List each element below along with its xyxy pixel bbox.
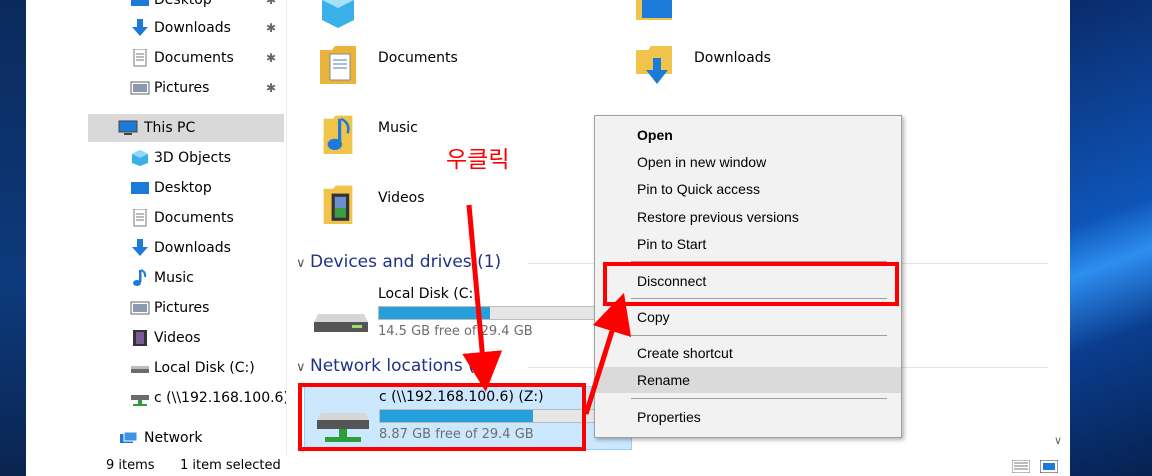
menu-item-properties[interactable]: Properties [595, 404, 901, 430]
pin-icon: ✱ [266, 81, 277, 95]
pin-icon: ✱ [266, 51, 277, 65]
documents-folder[interactable]: Documents [320, 40, 600, 96]
nav-downloads[interactable]: Downloads [26, 234, 286, 262]
nav-documents[interactable]: Documents [26, 204, 286, 232]
menu-separator [631, 398, 887, 399]
disconnect-highlight-box [603, 262, 899, 306]
nav-network-drive[interactable]: c (\\192.168.100.6) ( [26, 384, 286, 412]
nav-this-pc[interactable]: This PC [88, 114, 284, 142]
menu-item-restore-versions[interactable]: Restore previous versions [595, 204, 901, 230]
film-icon [133, 330, 147, 346]
chevron-down-icon: ∨ [296, 360, 306, 375]
music-folder[interactable]: Music [320, 112, 570, 168]
large-icons-view-icon[interactable] [1040, 460, 1058, 473]
cube-icon [132, 150, 148, 166]
pictures-icon [130, 301, 150, 315]
menu-item-pin-start[interactable]: Pin to Start [595, 231, 901, 257]
drive-icon [131, 366, 149, 373]
nav-quick-desktop[interactable]: Desktop ✱ [26, 0, 286, 14]
local-disk-usage-fill [379, 307, 491, 319]
nav-network[interactable]: Network [26, 424, 286, 452]
pictures-icon [130, 81, 150, 95]
document-icon [133, 49, 147, 67]
nav-quick-downloads[interactable]: Downloads ✱ [26, 14, 286, 42]
document-icon [133, 209, 147, 227]
menu-item-create-shortcut[interactable]: Create shortcut [595, 340, 901, 366]
section-network-locations[interactable]: ∨ Network locations (1) [296, 356, 492, 378]
menu-item-open[interactable]: Open [595, 122, 901, 148]
downloads-folder-icon [636, 46, 672, 84]
menu-item-open-new-window[interactable]: Open in new window [595, 149, 901, 175]
chevron-down-icon: ∨ [296, 256, 306, 271]
annotation-text: 우클릭 [446, 147, 510, 173]
music-note-icon [133, 269, 147, 286]
nav-quick-documents[interactable]: Documents ✱ [26, 44, 286, 72]
download-arrow-icon [132, 19, 148, 36]
menu-separator [631, 335, 887, 336]
downloads-folder[interactable]: Downloads [636, 40, 916, 96]
menu-item-pin-quick-access[interactable]: Pin to Quick access [595, 176, 901, 202]
pin-icon: ✱ [266, 21, 277, 35]
3d-objects-folder-icon [322, 0, 354, 28]
nav-3d-objects[interactable]: 3D Objects [26, 144, 286, 172]
network-drive-highlight-box [298, 383, 586, 451]
menu-item-copy[interactable]: Copy [595, 304, 901, 330]
desktop-folder-icon [636, 0, 672, 20]
videos-folder-icon [323, 185, 353, 224]
status-selected-count: 1 item selected [180, 458, 281, 473]
download-arrow-icon [132, 239, 148, 256]
status-bar: 9 items 1 item selected [26, 456, 1070, 476]
nav-quick-pictures[interactable]: Pictures ✱ [26, 74, 286, 102]
details-view-icon[interactable] [1012, 460, 1030, 473]
computer-icon [118, 120, 138, 135]
documents-folder-icon [320, 46, 356, 84]
menu-item-rename[interactable]: Rename [595, 367, 901, 393]
hard-drive-icon [314, 314, 368, 332]
local-disk-tile[interactable]: Local Disk (C:) 14.5 GB free of 29.4 GB [312, 282, 602, 342]
desktop-icon [131, 0, 149, 6]
nav-pictures[interactable]: Pictures [26, 294, 286, 322]
nav-music[interactable]: Music [26, 264, 286, 292]
desktop-background-right [1070, 0, 1152, 476]
desktop-icon [131, 182, 149, 194]
desktop-background-left [0, 0, 26, 476]
section-devices-drives[interactable]: ∨ Devices and drives (1) [296, 252, 501, 274]
nav-videos[interactable]: Videos [26, 324, 286, 352]
network-drive-icon [131, 395, 149, 406]
nav-local-disk[interactable]: Local Disk (C:) [26, 354, 286, 382]
music-folder-icon [323, 115, 353, 154]
pin-icon: ✱ [266, 0, 277, 7]
nav-desktop[interactable]: Desktop [26, 174, 286, 202]
scroll-down-icon[interactable]: ∨ [1054, 434, 1062, 447]
videos-folder[interactable]: Videos [320, 182, 570, 238]
network-icon [120, 431, 138, 443]
local-disk-usage-bar [378, 306, 598, 320]
navigation-pane[interactable]: Desktop ✱ Downloads ✱ Documents ✱ Pictur… [26, 0, 287, 456]
status-item-count: 9 items [106, 458, 155, 473]
